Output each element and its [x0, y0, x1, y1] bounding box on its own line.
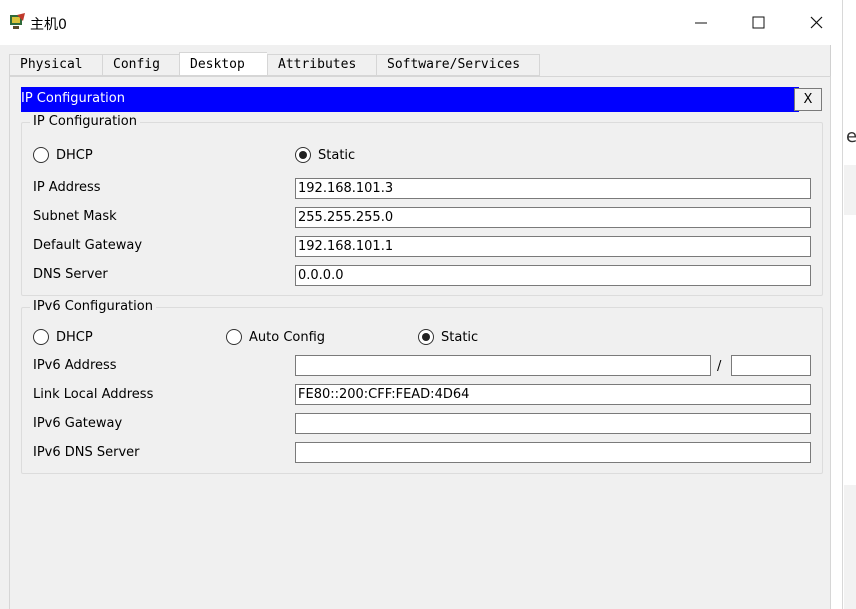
pc-app-icon [10, 13, 25, 29]
link-local-address-field[interactable]: FE80::200:CFF:FEAD:4D64 [295, 384, 811, 405]
tab-software-services[interactable]: Software/Services [376, 54, 540, 76]
ipv6-legend: IPv6 Configuration [30, 299, 156, 314]
ipv6-gateway-field[interactable] [295, 413, 811, 434]
ip-config-close-button[interactable]: X [794, 88, 822, 111]
ipv6-address-label: IPv6 Address [33, 358, 117, 373]
background-band [844, 485, 856, 609]
ip-address-label: IP Address [33, 180, 101, 195]
prefix-separator: / [717, 359, 722, 374]
ipv4-dhcp-label[interactable]: DHCP [56, 148, 93, 163]
tab-physical[interactable]: Physical [9, 54, 102, 76]
ipv6-static-label[interactable]: Static [441, 330, 478, 345]
default-gateway-label: Default Gateway [33, 238, 143, 253]
ipv4-config-group: IP Configuration DHCP Static IP Address … [21, 114, 823, 296]
ipv6-gateway-label: IPv6 Gateway [33, 416, 123, 431]
title-bar: 主机0 [0, 0, 842, 45]
ipv6-dns-server-label: IPv6 DNS Server [33, 445, 140, 460]
window-right-edge [830, 45, 842, 609]
tab-config[interactable]: Config [102, 54, 179, 76]
minimize-icon [695, 22, 707, 24]
dns-server-field[interactable]: 0.0.0.0 [295, 265, 811, 286]
minimize-button[interactable] [680, 8, 726, 38]
close-icon [810, 16, 823, 29]
ip-config-title: IP Configuration [21, 91, 125, 106]
ipv4-static-radio[interactable] [295, 147, 311, 163]
subnet-mask-label: Subnet Mask [33, 209, 117, 224]
ipv6-config-group: IPv6 Configuration DHCP Auto Config Stat… [21, 299, 823, 474]
link-local-address-label: Link Local Address [33, 387, 154, 402]
ipv6-dns-server-field[interactable] [295, 442, 811, 463]
background-text: ell [846, 126, 856, 147]
tab-bar: Physical Config Desktop Attributes Softw… [9, 52, 540, 76]
background-window-strip: ell [842, 0, 856, 609]
ipv6-auto-config-label[interactable]: Auto Config [249, 330, 325, 345]
ip-config-title-bar: IP Configuration [21, 87, 799, 112]
subnet-mask-field[interactable]: 255.255.255.0 [295, 207, 811, 228]
dns-server-label: DNS Server [33, 267, 108, 282]
window-body: Physical Config Desktop Attributes Softw… [0, 45, 842, 609]
ipv4-legend: IP Configuration [30, 114, 140, 129]
ip-address-field[interactable]: 192.168.101.3 [295, 178, 811, 199]
ipv6-static-radio[interactable] [418, 329, 434, 345]
ipv6-prefix-field[interactable] [731, 355, 811, 376]
ipv4-dhcp-radio[interactable] [33, 147, 49, 163]
maximize-icon [752, 16, 765, 29]
tab-desktop[interactable]: Desktop [179, 52, 267, 76]
tab-attributes[interactable]: Attributes [267, 54, 376, 76]
background-band [844, 165, 856, 215]
ipv6-dhcp-radio[interactable] [33, 329, 49, 345]
desktop-panel: IP Configuration X IP Configuration DHCP… [9, 76, 831, 609]
ipv6-auto-config-radio[interactable] [226, 329, 242, 345]
window-title: 主机0 [30, 17, 67, 33]
maximize-button[interactable] [735, 8, 781, 38]
ipv4-static-label[interactable]: Static [318, 148, 355, 163]
ipv6-address-field[interactable] [295, 355, 711, 376]
ipv6-dhcp-label[interactable]: DHCP [56, 330, 93, 345]
close-button[interactable] [794, 8, 840, 38]
default-gateway-field[interactable]: 192.168.101.1 [295, 236, 811, 257]
